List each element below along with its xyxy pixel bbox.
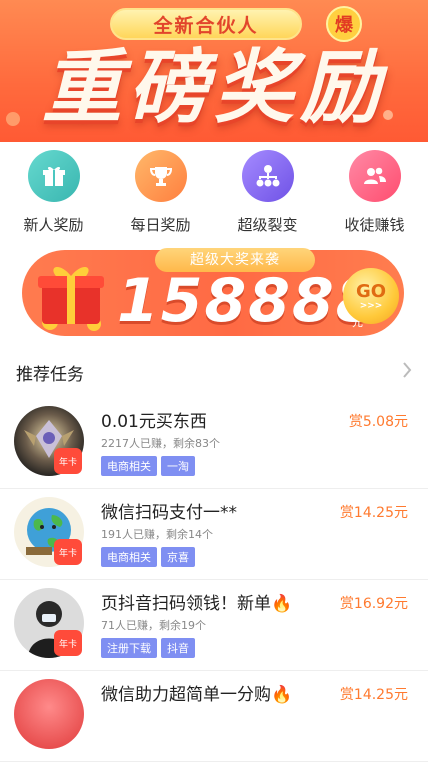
shortcut-label: 收徒赚钱 — [344, 216, 405, 234]
task-item[interactable]: 微信助力超简单一分购🔥 赏14.25元 — [0, 671, 428, 762]
task-tags: 电商相关 京喜 — [101, 547, 195, 567]
task-tag: 电商相关 — [101, 547, 157, 567]
task-tag: 注册下载 — [101, 638, 157, 658]
task-reward: 赏14.25元 — [339, 505, 408, 521]
grand-prize-banner[interactable]: 超级大奖来袭 158888 元 GO >>> — [22, 248, 404, 336]
avatar — [14, 679, 84, 749]
task-reward: 赏14.25元 — [339, 687, 408, 703]
task-title: 0.01元买东西 — [101, 412, 207, 432]
task-stats: 2217人已赚，剩余83个 — [101, 437, 220, 450]
shortcut-daily-reward[interactable]: 每日奖励 — [115, 150, 207, 240]
annual-card-badge: 年卡 — [54, 448, 82, 474]
task-tag: 一淘 — [161, 456, 195, 476]
users-icon — [348, 150, 401, 202]
banner-title: 重磅奖励 — [42, 41, 386, 134]
hero-banner[interactable]: 全新合伙人 爆 重磅奖励 — [0, 0, 428, 142]
shortcut-label: 每日奖励 — [130, 216, 191, 234]
task-title: 微信助力超简单一分购🔥 — [101, 685, 293, 705]
task-tag: 抖音 — [161, 638, 195, 658]
task-list: 年卡 0.01元买东西 2217人已赚，剩余83个 电商相关 一淘 赏5.08元… — [0, 398, 428, 762]
task-reward: 赏5.08元 — [348, 414, 408, 430]
shortcut-row: 新人奖励 每日奖励 超级裂变 收徒赚钱 — [0, 150, 428, 240]
task-item[interactable]: 年卡 页抖音扫码领钱！新单🔥 71人已赚，剩余19个 注册下载 抖音 赏16.9… — [0, 580, 428, 671]
task-tag: 电商相关 — [101, 456, 157, 476]
banner-pill: 全新合伙人 — [110, 8, 302, 40]
annual-card-badge: 年卡 — [54, 539, 82, 565]
go-arrows: >>> — [359, 301, 383, 311]
task-item[interactable]: 年卡 微信扫码支付一** 191人已赚，剩余14个 电商相关 京喜 赏14.25… — [0, 489, 428, 580]
banner-pill-text: 全新合伙人 — [153, 14, 259, 37]
section-title: 推荐任务 — [16, 365, 84, 385]
prize-amount: 158888 — [117, 266, 380, 336]
task-tags: 注册下载 抖音 — [101, 638, 195, 658]
go-button-label: GO — [355, 281, 387, 302]
task-stats: 191人已赚，剩余14个 — [101, 528, 213, 541]
annual-card-badge: 年卡 — [54, 630, 82, 656]
task-stats: 71人已赚，剩余19个 — [101, 619, 206, 632]
task-item[interactable]: 年卡 0.01元买东西 2217人已赚，剩余83个 电商相关 一淘 赏5.08元 — [0, 398, 428, 489]
gift-box-icon — [38, 266, 104, 331]
shortcut-label: 超级裂变 — [237, 216, 298, 234]
shortcut-super-fission[interactable]: 超级裂变 — [222, 150, 314, 240]
recommended-tasks-header[interactable]: 推荐任务 — [0, 354, 428, 388]
task-tags: 电商相关 一淘 — [101, 456, 195, 476]
chevron-right-icon[interactable] — [402, 362, 412, 383]
task-title: 微信扫码支付一** — [101, 503, 237, 523]
network-icon — [241, 150, 294, 202]
task-title: 页抖音扫码领钱！新单🔥 — [101, 594, 293, 614]
banner-burst-text: 爆 — [335, 15, 353, 36]
shortcut-recruit-earn[interactable]: 收徒赚钱 — [329, 150, 421, 240]
gift-icon — [27, 150, 80, 202]
task-reward: 赏16.92元 — [339, 596, 408, 612]
task-tag: 京喜 — [161, 547, 195, 567]
trophy-icon — [134, 150, 187, 202]
go-button[interactable]: GO >>> — [343, 268, 399, 324]
shortcut-label: 新人奖励 — [23, 216, 84, 234]
shortcut-new-user-reward[interactable]: 新人奖励 — [8, 150, 100, 240]
banner-burst-badge: 爆 — [326, 6, 362, 42]
